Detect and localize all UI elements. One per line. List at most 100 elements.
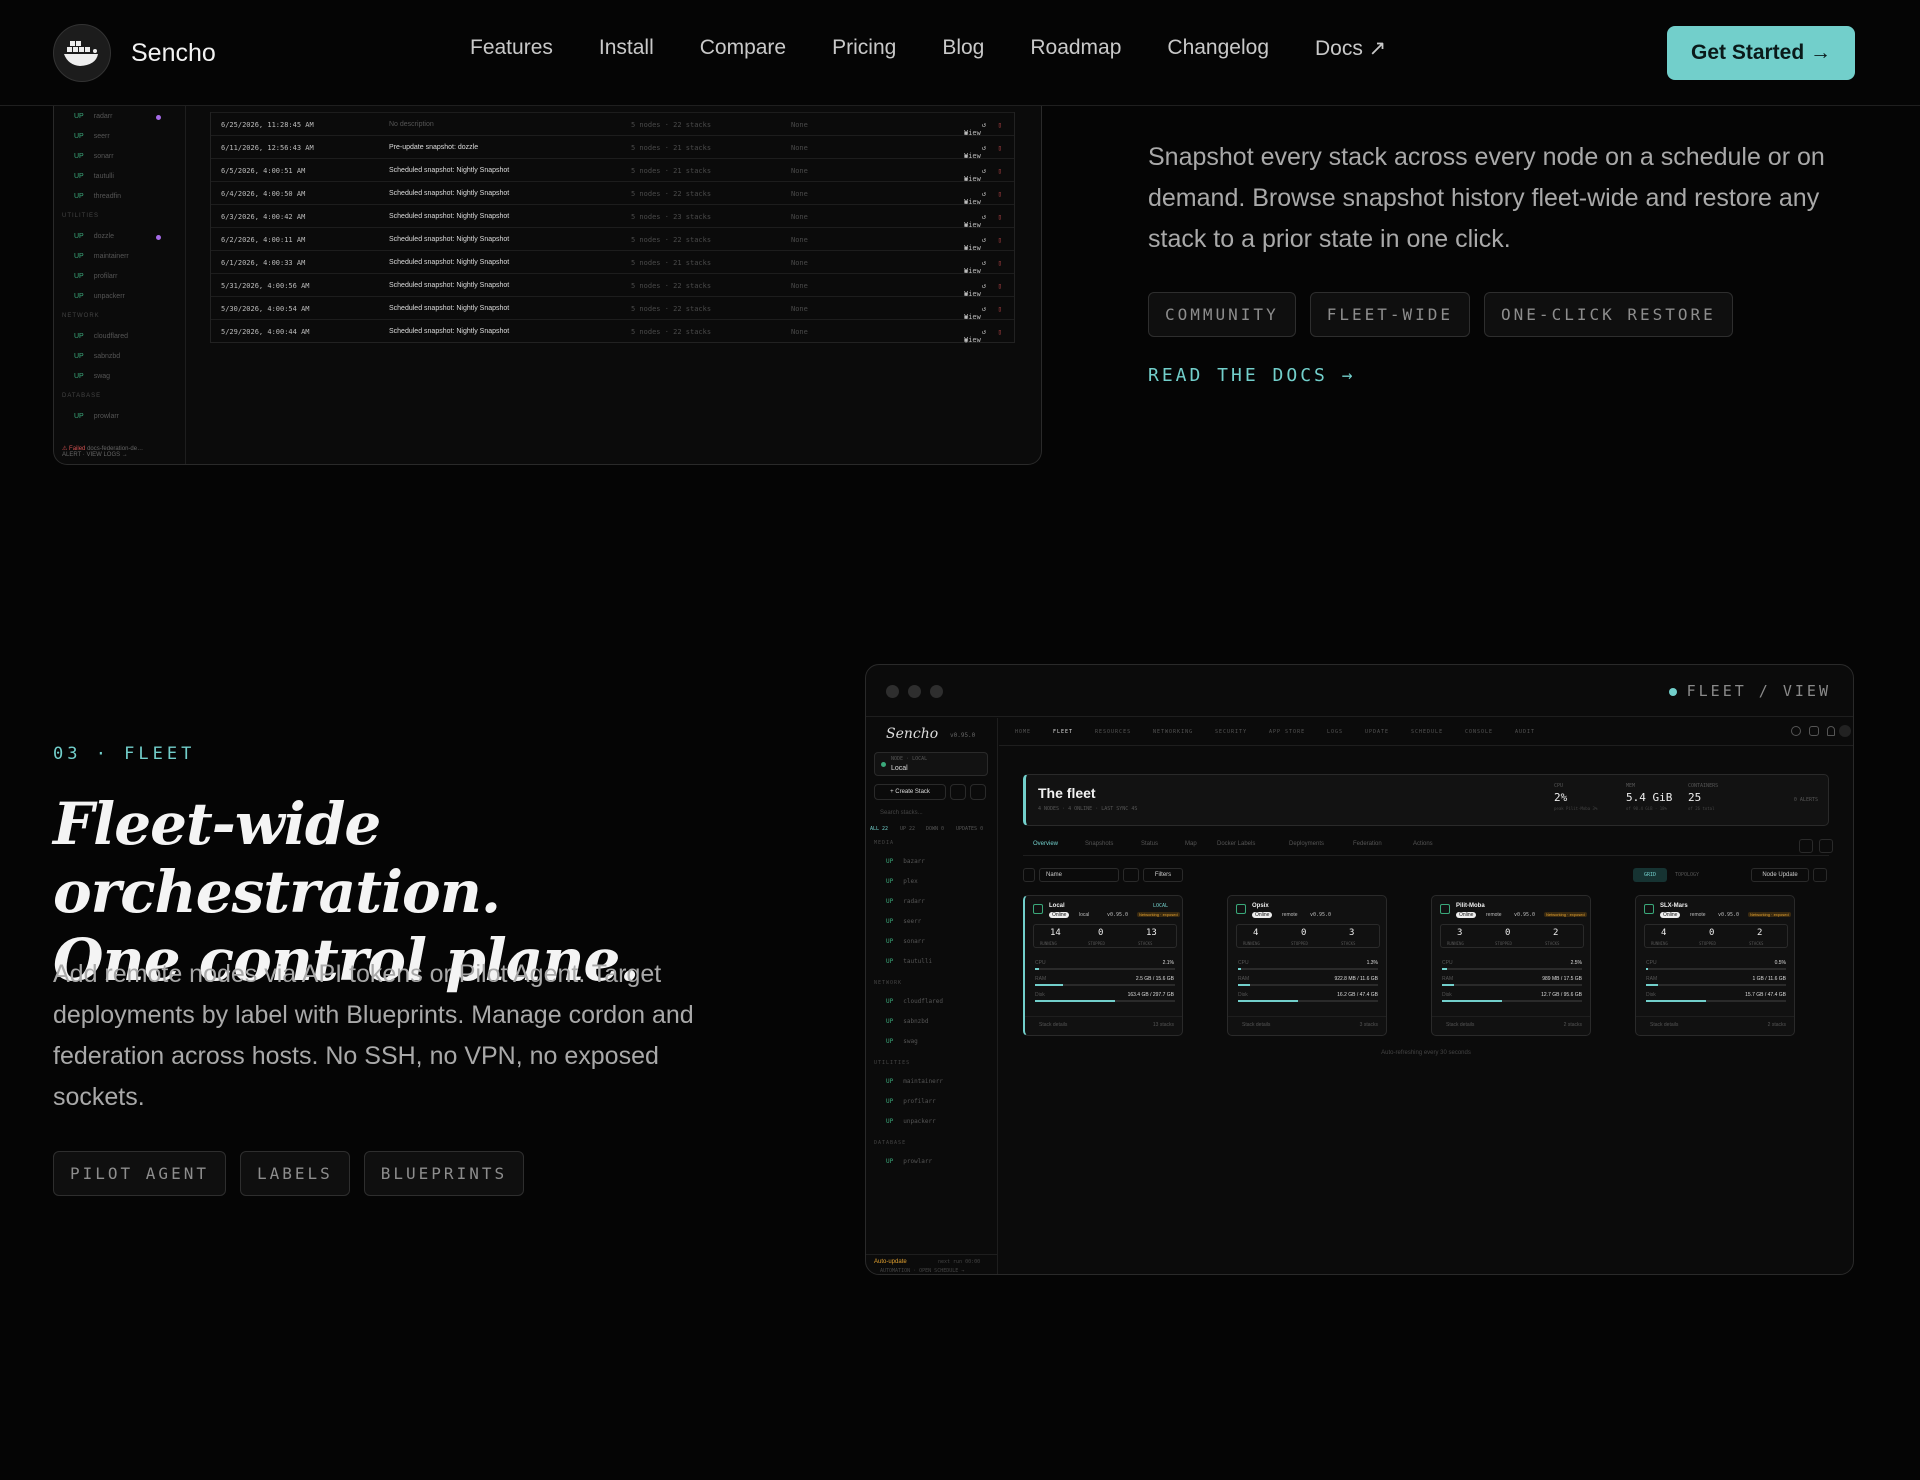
delete-icon[interactable]: ▯ bbox=[998, 167, 1002, 175]
sidebar-stack-item[interactable]: UP sonarr bbox=[886, 938, 925, 945]
snapshot-date: 5/30/2026, 4:00:54 AM bbox=[221, 305, 310, 313]
restore-icon[interactable]: ↺ bbox=[982, 259, 986, 267]
restore-icon[interactable]: ↺ bbox=[982, 167, 986, 175]
filter-all[interactable]: ALL 22 bbox=[870, 826, 888, 832]
top-tab[interactable]: AUDIT bbox=[1515, 729, 1535, 735]
sidebar-stack-item[interactable]: UP plex bbox=[886, 878, 918, 885]
fleet-subtab[interactable]: Map bbox=[1185, 841, 1197, 847]
node-card[interactable]: Opsix Online remote v0.95.0 4 0 3 RUNNING STOPPE… bbox=[1227, 895, 1387, 1036]
filters-button[interactable]: Filters bbox=[1143, 868, 1183, 882]
nav-link-features[interactable]: Features bbox=[470, 36, 553, 61]
delete-icon[interactable]: ▯ bbox=[998, 236, 1002, 244]
topology-view-toggle[interactable]: TOPOLOGY bbox=[1667, 868, 1707, 882]
grid-toggle-icon[interactable] bbox=[950, 784, 966, 800]
app-version: v0.95.0 bbox=[950, 732, 976, 739]
sort-select[interactable]: Name bbox=[1039, 868, 1119, 882]
fleet-subtab[interactable]: Deployments bbox=[1289, 841, 1324, 847]
nav-link-blog[interactable]: Blog bbox=[942, 36, 984, 61]
sidebar-stack-item[interactable]: UP cloudflared bbox=[886, 998, 943, 1005]
node-card[interactable]: Local LOCAL Online local v0.95.0 Networking ·… bbox=[1023, 895, 1183, 1036]
sidebar-stack-item[interactable]: UP sabnzbd bbox=[886, 1018, 929, 1025]
restore-icon[interactable]: ↺ bbox=[982, 282, 986, 290]
top-tab[interactable]: NETWORKING bbox=[1153, 729, 1193, 735]
top-tab[interactable]: HOME bbox=[1015, 729, 1031, 735]
sidebar-stack-item[interactable]: UP unpackerr bbox=[886, 1118, 936, 1125]
sidebar-stack-item[interactable]: UP bazarr bbox=[886, 858, 925, 865]
restore-icon[interactable]: ↺ bbox=[982, 305, 986, 313]
create-stack-button[interactable]: + Create Stack bbox=[874, 784, 946, 800]
delete-icon[interactable]: ▯ bbox=[998, 305, 1002, 313]
fleet-subtab[interactable]: Status bbox=[1141, 841, 1158, 847]
delete-icon[interactable]: ▯ bbox=[998, 144, 1002, 152]
restore-icon[interactable]: ↺ bbox=[982, 144, 986, 152]
top-tab[interactable]: SECURITY bbox=[1215, 729, 1247, 735]
nav-link-changelog[interactable]: Changelog bbox=[1167, 36, 1269, 61]
brand-logo-link[interactable]: Sencho bbox=[53, 24, 216, 82]
nav-link-install[interactable]: Install bbox=[599, 36, 654, 61]
refresh-icon[interactable] bbox=[1799, 839, 1813, 853]
sidebar-stack-item[interactable]: UP prowlarr bbox=[886, 1158, 932, 1165]
get-started-button[interactable]: Get Started → bbox=[1667, 26, 1855, 80]
fleet-tags: PILOT AGENT LABELS BLUEPRINTS bbox=[53, 1151, 525, 1196]
restore-icon[interactable]: ↺ bbox=[982, 236, 986, 244]
node-update-button[interactable]: Node Update bbox=[1751, 868, 1809, 882]
sidebar-item: UP dozzle bbox=[74, 233, 114, 240]
delete-icon[interactable]: ▯ bbox=[998, 259, 1002, 267]
read-the-docs-link[interactable]: READ THE DOCS → bbox=[1148, 365, 1356, 386]
fleet-subtab[interactable]: Docker Labels bbox=[1217, 841, 1255, 847]
sidebar-stack-item[interactable]: UP swag bbox=[886, 1038, 918, 1045]
fleet-subtab[interactable]: Actions bbox=[1413, 841, 1433, 847]
sidebar-item: UP radarr bbox=[74, 113, 113, 120]
top-tab[interactable]: FLEET bbox=[1053, 729, 1073, 735]
restore-icon[interactable]: ↺ bbox=[982, 121, 986, 129]
sidebar-stack-item[interactable]: UP maintainerr bbox=[886, 1078, 943, 1085]
filter-updates[interactable]: UPDATES 0 bbox=[956, 826, 983, 832]
search-icon[interactable] bbox=[1791, 726, 1801, 736]
nav-link-compare[interactable]: Compare bbox=[700, 36, 786, 61]
delete-icon[interactable]: ▯ bbox=[998, 328, 1002, 336]
restore-icon[interactable]: ↺ bbox=[982, 213, 986, 221]
sidebar-stack-item[interactable]: UP seerr bbox=[886, 918, 921, 925]
stack-search-input[interactable]: Search stacks... bbox=[880, 810, 923, 816]
top-tab[interactable]: LOGS bbox=[1327, 729, 1343, 735]
snapshot-scope: 5 nodes · 21 stacks bbox=[631, 144, 712, 152]
delete-icon[interactable]: ▯ bbox=[998, 282, 1002, 290]
top-tab[interactable]: SCHEDULE bbox=[1411, 729, 1443, 735]
delete-icon[interactable]: ▯ bbox=[998, 213, 1002, 221]
filter-up[interactable]: UP 22 bbox=[900, 826, 915, 832]
sidebar-stack-item[interactable]: UP radarr bbox=[886, 898, 925, 905]
restore-icon[interactable]: ↺ bbox=[982, 190, 986, 198]
edit-icon[interactable] bbox=[1813, 868, 1827, 882]
sort-direction-icon[interactable] bbox=[1123, 868, 1139, 882]
avatar[interactable] bbox=[1839, 725, 1851, 737]
fleet-screenshot: FLEET / VIEW Sencho v0.95.0 NODE · LOCAL… bbox=[865, 664, 1854, 1275]
settings-icon[interactable] bbox=[1809, 726, 1819, 736]
fleet-subtab[interactable]: Overview bbox=[1033, 841, 1058, 847]
top-tab[interactable]: CONSOLE bbox=[1465, 729, 1493, 735]
nav-link-roadmap[interactable]: Roadmap bbox=[1030, 36, 1121, 61]
nav-link-pricing[interactable]: Pricing bbox=[832, 36, 896, 61]
node-card[interactable]: Pilit-Moba Online remote v0.95.0 Networking … bbox=[1431, 895, 1591, 1036]
snapshot-description: Scheduled snapshot: Nightly Snapshot bbox=[389, 167, 510, 174]
folder-icon[interactable] bbox=[970, 784, 986, 800]
grid-view-toggle[interactable]: GRID bbox=[1633, 868, 1667, 882]
top-tab[interactable]: RESOURCES bbox=[1095, 729, 1131, 735]
node-selector[interactable]: NODE · LOCAL Local bbox=[874, 752, 988, 776]
top-tab[interactable]: APP STORE bbox=[1269, 729, 1305, 735]
sidebar-stack-item[interactable]: UP tautulli bbox=[886, 958, 932, 965]
top-tab[interactable]: UPDATE bbox=[1365, 729, 1389, 735]
search-icon[interactable] bbox=[1023, 868, 1035, 882]
sidebar-item: UP seerr bbox=[74, 133, 110, 140]
fleet-subtab[interactable]: Snapshots bbox=[1085, 841, 1113, 847]
delete-icon[interactable]: ▯ bbox=[998, 190, 1002, 198]
filter-down[interactable]: DOWN 0 bbox=[926, 826, 944, 832]
automation-link[interactable]: AUTOMATION · OPEN SCHEDULE → bbox=[880, 1268, 964, 1274]
node-card[interactable]: SLX-Mars Online remote v0.95.0 Networking · … bbox=[1635, 895, 1795, 1036]
sidebar-stack-item[interactable]: UP profilarr bbox=[886, 1098, 936, 1105]
export-icon[interactable] bbox=[1819, 839, 1833, 853]
nav-link-docs[interactable]: Docs ↗ bbox=[1315, 36, 1386, 61]
restore-icon[interactable]: ↺ bbox=[982, 328, 986, 336]
bell-icon[interactable] bbox=[1827, 726, 1835, 736]
delete-icon[interactable]: ▯ bbox=[998, 121, 1002, 129]
fleet-subtab[interactable]: Federation bbox=[1353, 841, 1382, 847]
